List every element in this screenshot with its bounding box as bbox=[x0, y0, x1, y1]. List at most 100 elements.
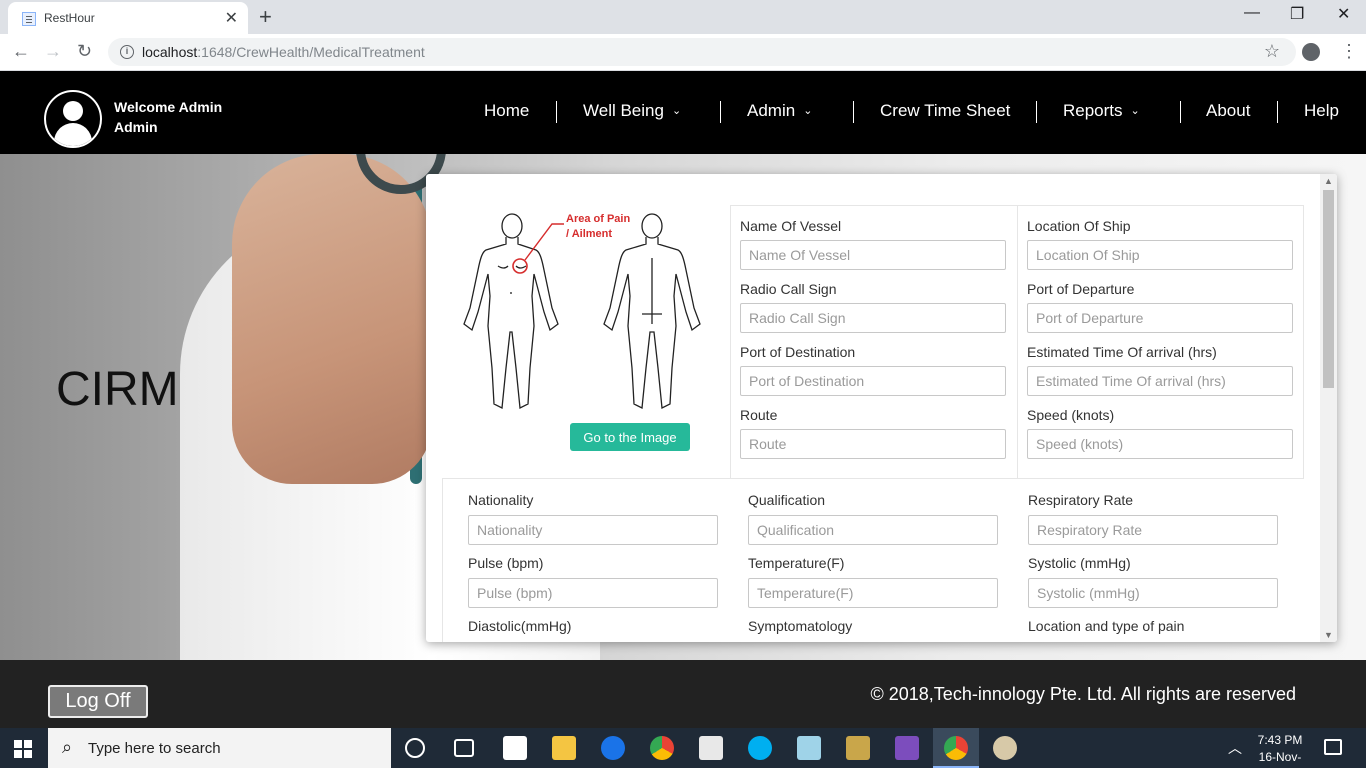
nav-divider bbox=[556, 101, 557, 123]
nav-divider bbox=[1277, 101, 1278, 123]
app-header: Welcome Admin Admin Home Well Being ⌄ Adm… bbox=[0, 71, 1366, 154]
port-of-departure-input[interactable] bbox=[1027, 303, 1293, 333]
symptomatology-label: Symptomatology bbox=[748, 618, 853, 634]
chrome-icon[interactable] bbox=[650, 736, 674, 760]
nav-well-being[interactable]: Well Being ⌄ bbox=[583, 101, 681, 121]
paint-icon[interactable] bbox=[993, 736, 1017, 760]
browser-menu-icon[interactable]: ⋮ bbox=[1340, 41, 1358, 62]
nav-admin-label: Admin bbox=[747, 101, 796, 120]
address-bar[interactable]: i localhost:1648/CrewHealth/MedicalTreat… bbox=[108, 38, 1296, 66]
mail-icon[interactable] bbox=[699, 736, 723, 760]
window-close-icon[interactable]: ✕ bbox=[1337, 4, 1350, 24]
restore-icon[interactable]: ❐ bbox=[1290, 4, 1304, 24]
task-view-icon[interactable] bbox=[454, 739, 474, 757]
radio-call-sign-label: Radio Call Sign bbox=[740, 281, 837, 297]
scroll-down-arrow-icon[interactable]: ▼ bbox=[1324, 630, 1333, 640]
browser-toolbar: ← → ↻ i localhost:1648/CrewHealth/Medica… bbox=[0, 34, 1366, 71]
nav-reports-label: Reports bbox=[1063, 101, 1123, 120]
nav-help[interactable]: Help bbox=[1304, 101, 1339, 121]
nav-admin[interactable]: Admin ⌄ bbox=[747, 101, 812, 121]
port-of-destination-label: Port of Destination bbox=[740, 344, 856, 360]
go-to-image-button[interactable]: Go to the Image bbox=[570, 423, 690, 451]
tab-title: RestHour bbox=[44, 11, 95, 25]
body-diagram[interactable]: Area of Pain / Ailment bbox=[456, 208, 716, 418]
taskbar-search-box[interactable]: ⌕ Type here to search bbox=[48, 728, 391, 768]
log-off-button[interactable]: Log Off bbox=[48, 685, 148, 718]
nationality-label: Nationality bbox=[468, 492, 534, 508]
systolic-label: Systolic (mmHg) bbox=[1028, 555, 1131, 571]
tab-close-icon[interactable]: ✕ bbox=[225, 8, 238, 28]
medical-treatment-form-card: Area of Pain / Ailment Go to the Image N… bbox=[426, 174, 1337, 642]
browser-tab[interactable]: RestHour ✕ bbox=[8, 2, 248, 34]
nav-divider bbox=[720, 101, 721, 123]
page-title: CIRM bbox=[56, 363, 179, 416]
scroll-thumb[interactable] bbox=[1323, 190, 1334, 388]
nav-divider bbox=[1036, 101, 1037, 123]
minimize-icon[interactable]: — bbox=[1244, 4, 1260, 22]
card-scrollbar[interactable]: ▲ ▼ bbox=[1320, 174, 1337, 642]
nationality-input[interactable] bbox=[468, 515, 718, 545]
url-text: localhost:1648/CrewHealth/MedicalTreatme… bbox=[142, 44, 425, 60]
profile-avatar-icon[interactable] bbox=[1302, 43, 1320, 61]
taskbar-search-placeholder: Type here to search bbox=[88, 740, 221, 757]
eta-label: Estimated Time Of arrival (hrs) bbox=[1027, 344, 1217, 360]
site-info-icon[interactable]: i bbox=[120, 45, 134, 59]
windows-taskbar: ⌕ Type here to search ︿ 7:43 PM 16-Nov-1… bbox=[0, 728, 1366, 781]
route-input[interactable] bbox=[740, 429, 1006, 459]
qualification-label: Qualification bbox=[748, 492, 826, 508]
systolic-input[interactable] bbox=[1028, 578, 1278, 608]
store-icon[interactable] bbox=[503, 736, 527, 760]
hero-doctor-hand bbox=[232, 154, 432, 484]
speed-label: Speed (knots) bbox=[1027, 407, 1115, 423]
page-favicon-icon bbox=[22, 12, 36, 26]
app-icon[interactable] bbox=[797, 736, 821, 760]
chrome-active-icon[interactable] bbox=[944, 736, 968, 760]
nav-home[interactable]: Home bbox=[484, 101, 529, 121]
location-of-ship-input[interactable] bbox=[1027, 240, 1293, 270]
pulse-input[interactable] bbox=[468, 578, 718, 608]
notifications-icon[interactable] bbox=[1324, 739, 1342, 755]
location-type-of-pain-label: Location and type of pain bbox=[1028, 618, 1185, 634]
temperature-input[interactable] bbox=[748, 578, 998, 608]
radio-call-sign-input[interactable] bbox=[740, 303, 1006, 333]
file-explorer-icon[interactable] bbox=[552, 736, 576, 760]
scroll-up-arrow-icon[interactable]: ▲ bbox=[1324, 176, 1333, 186]
qualification-input[interactable] bbox=[748, 515, 998, 545]
tray-chevron-up-icon[interactable]: ︿ bbox=[1228, 738, 1242, 758]
nav-well-being-label: Well Being bbox=[583, 101, 664, 120]
speed-input[interactable] bbox=[1027, 429, 1293, 459]
eta-input[interactable] bbox=[1027, 366, 1293, 396]
forward-arrow-icon[interactable]: → bbox=[44, 41, 62, 62]
respiratory-rate-input[interactable] bbox=[1028, 515, 1278, 545]
search-icon: ⌕ bbox=[62, 737, 73, 757]
clock-date: 16-Nov-19 bbox=[1258, 750, 1302, 781]
taskbar-clock[interactable]: 7:43 PM 16-Nov-19 bbox=[1252, 732, 1308, 783]
location-of-ship-label: Location Of Ship bbox=[1027, 218, 1131, 234]
skype-icon[interactable] bbox=[748, 736, 772, 760]
url-path: :1648/CrewHealth/MedicalTreatment bbox=[197, 44, 425, 60]
reload-icon[interactable]: ↻ bbox=[77, 41, 92, 62]
diastolic-label: Diastolic(mmHg) bbox=[468, 618, 572, 634]
nav-crew-time-sheet[interactable]: Crew Time Sheet bbox=[880, 101, 1010, 121]
annotation-area-of-pain: Area of Pain bbox=[566, 213, 630, 225]
nav-reports[interactable]: Reports ⌄ bbox=[1063, 101, 1140, 121]
cortana-icon[interactable] bbox=[405, 738, 425, 758]
nav-about[interactable]: About bbox=[1206, 101, 1250, 121]
tool-app-icon[interactable] bbox=[846, 736, 870, 760]
bookmark-star-icon[interactable]: ☆ bbox=[1264, 41, 1280, 62]
chevron-down-icon: ⌄ bbox=[803, 105, 813, 117]
clock-time: 7:43 PM bbox=[1257, 733, 1303, 747]
windows-start-icon[interactable] bbox=[14, 740, 32, 758]
edge-browser-icon[interactable] bbox=[601, 736, 625, 760]
back-arrow-icon[interactable]: ← bbox=[12, 41, 30, 62]
port-of-destination-input[interactable] bbox=[740, 366, 1006, 396]
nav-divider bbox=[1180, 101, 1181, 123]
port-of-departure-label: Port of Departure bbox=[1027, 281, 1135, 297]
browser-tabstrip: RestHour ✕ + — ❐ ✕ bbox=[0, 0, 1366, 34]
visual-studio-icon[interactable] bbox=[895, 736, 919, 760]
nav-divider bbox=[853, 101, 854, 123]
route-label: Route bbox=[740, 407, 778, 423]
name-of-vessel-input[interactable] bbox=[740, 240, 1006, 270]
url-host: localhost bbox=[142, 44, 198, 60]
new-tab-icon[interactable]: + bbox=[259, 4, 272, 30]
